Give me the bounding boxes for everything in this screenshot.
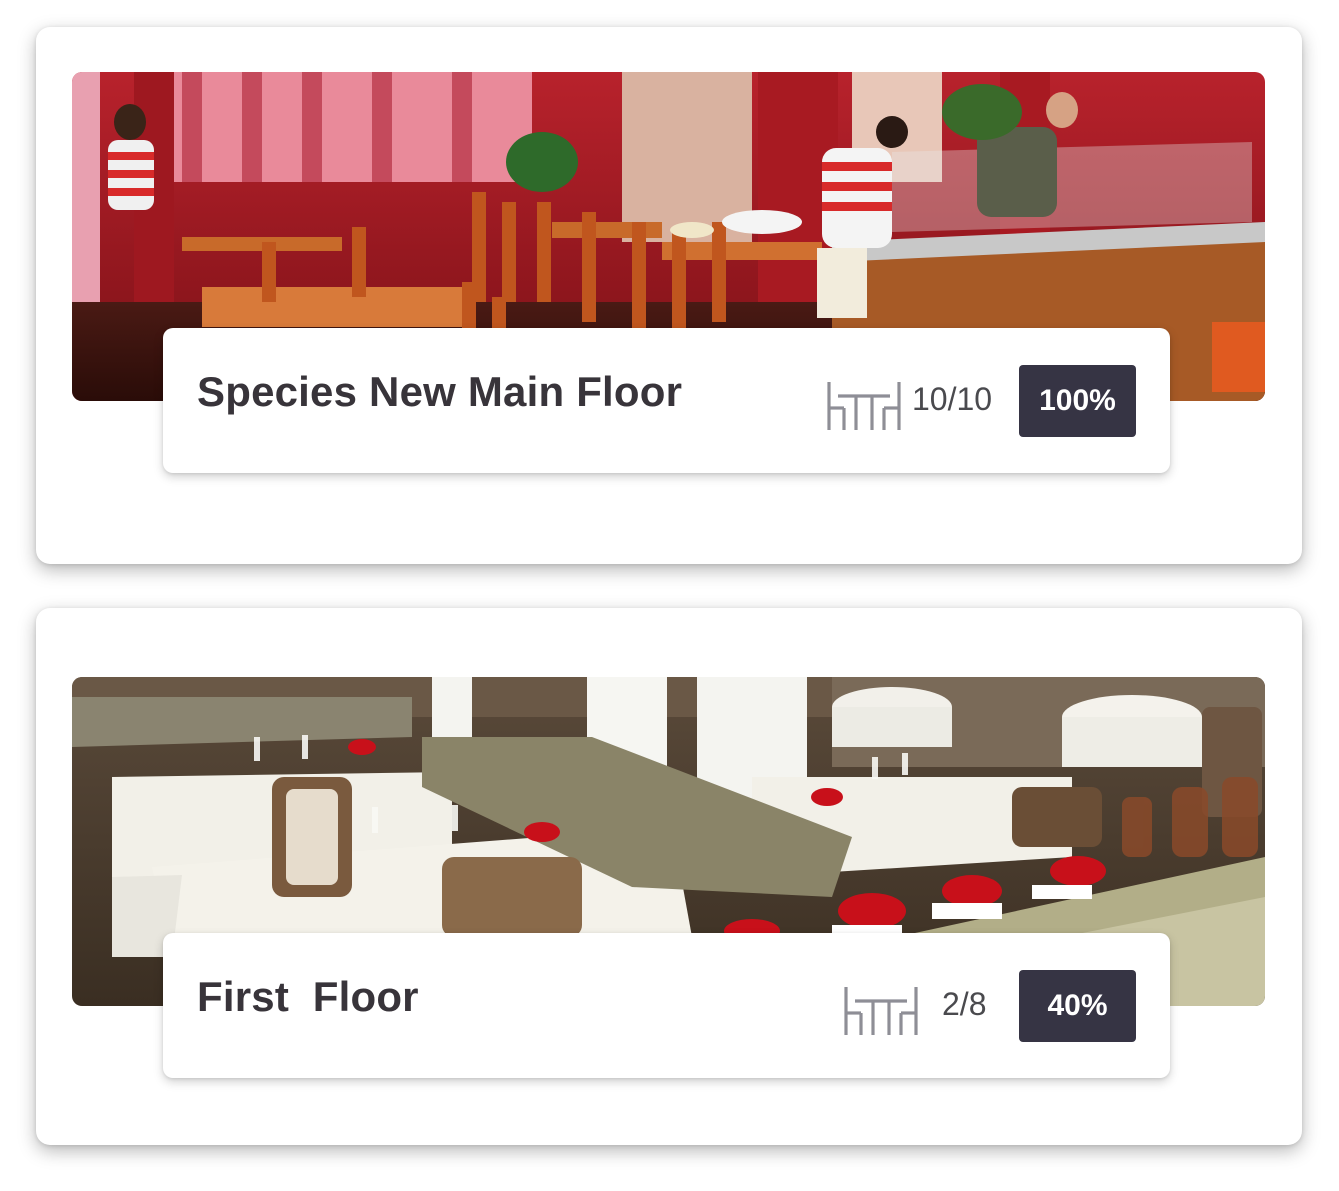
floor-info-panel: Species New Main Floor 10/10 100% <box>163 328 1170 473</box>
occupancy-badge: 100% <box>1019 365 1136 437</box>
floor-card-main[interactable]: Species New Main Floor 10/10 100% <box>36 27 1302 564</box>
floor-name: Species New Main Floor <box>197 368 683 415</box>
table-chairs-icon <box>827 382 901 430</box>
floor-card-first[interactable]: First Floor 2/8 40% <box>36 608 1302 1145</box>
table-count: 10/10 <box>912 381 993 417</box>
table-chairs-icon <box>844 987 918 1035</box>
floor-name: First Floor <box>197 973 419 1020</box>
floor-info-panel: First Floor 2/8 40% <box>163 933 1170 1078</box>
table-count: 2/8 <box>942 986 987 1022</box>
occupancy-badge: 40% <box>1019 970 1136 1042</box>
